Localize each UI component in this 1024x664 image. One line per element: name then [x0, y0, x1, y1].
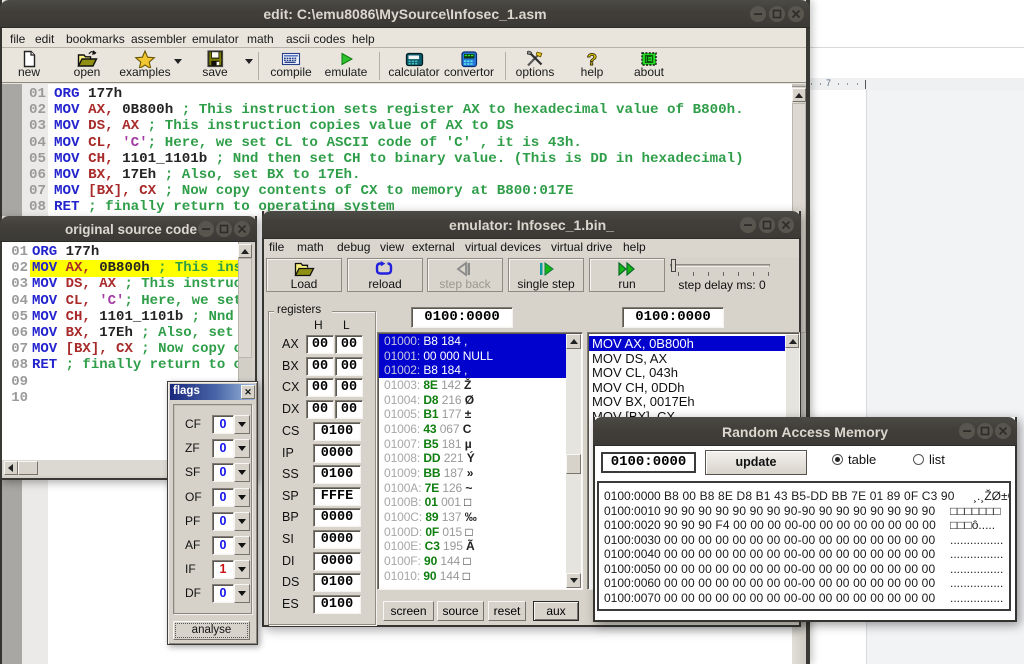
svg-text:E: E: [646, 54, 652, 64]
